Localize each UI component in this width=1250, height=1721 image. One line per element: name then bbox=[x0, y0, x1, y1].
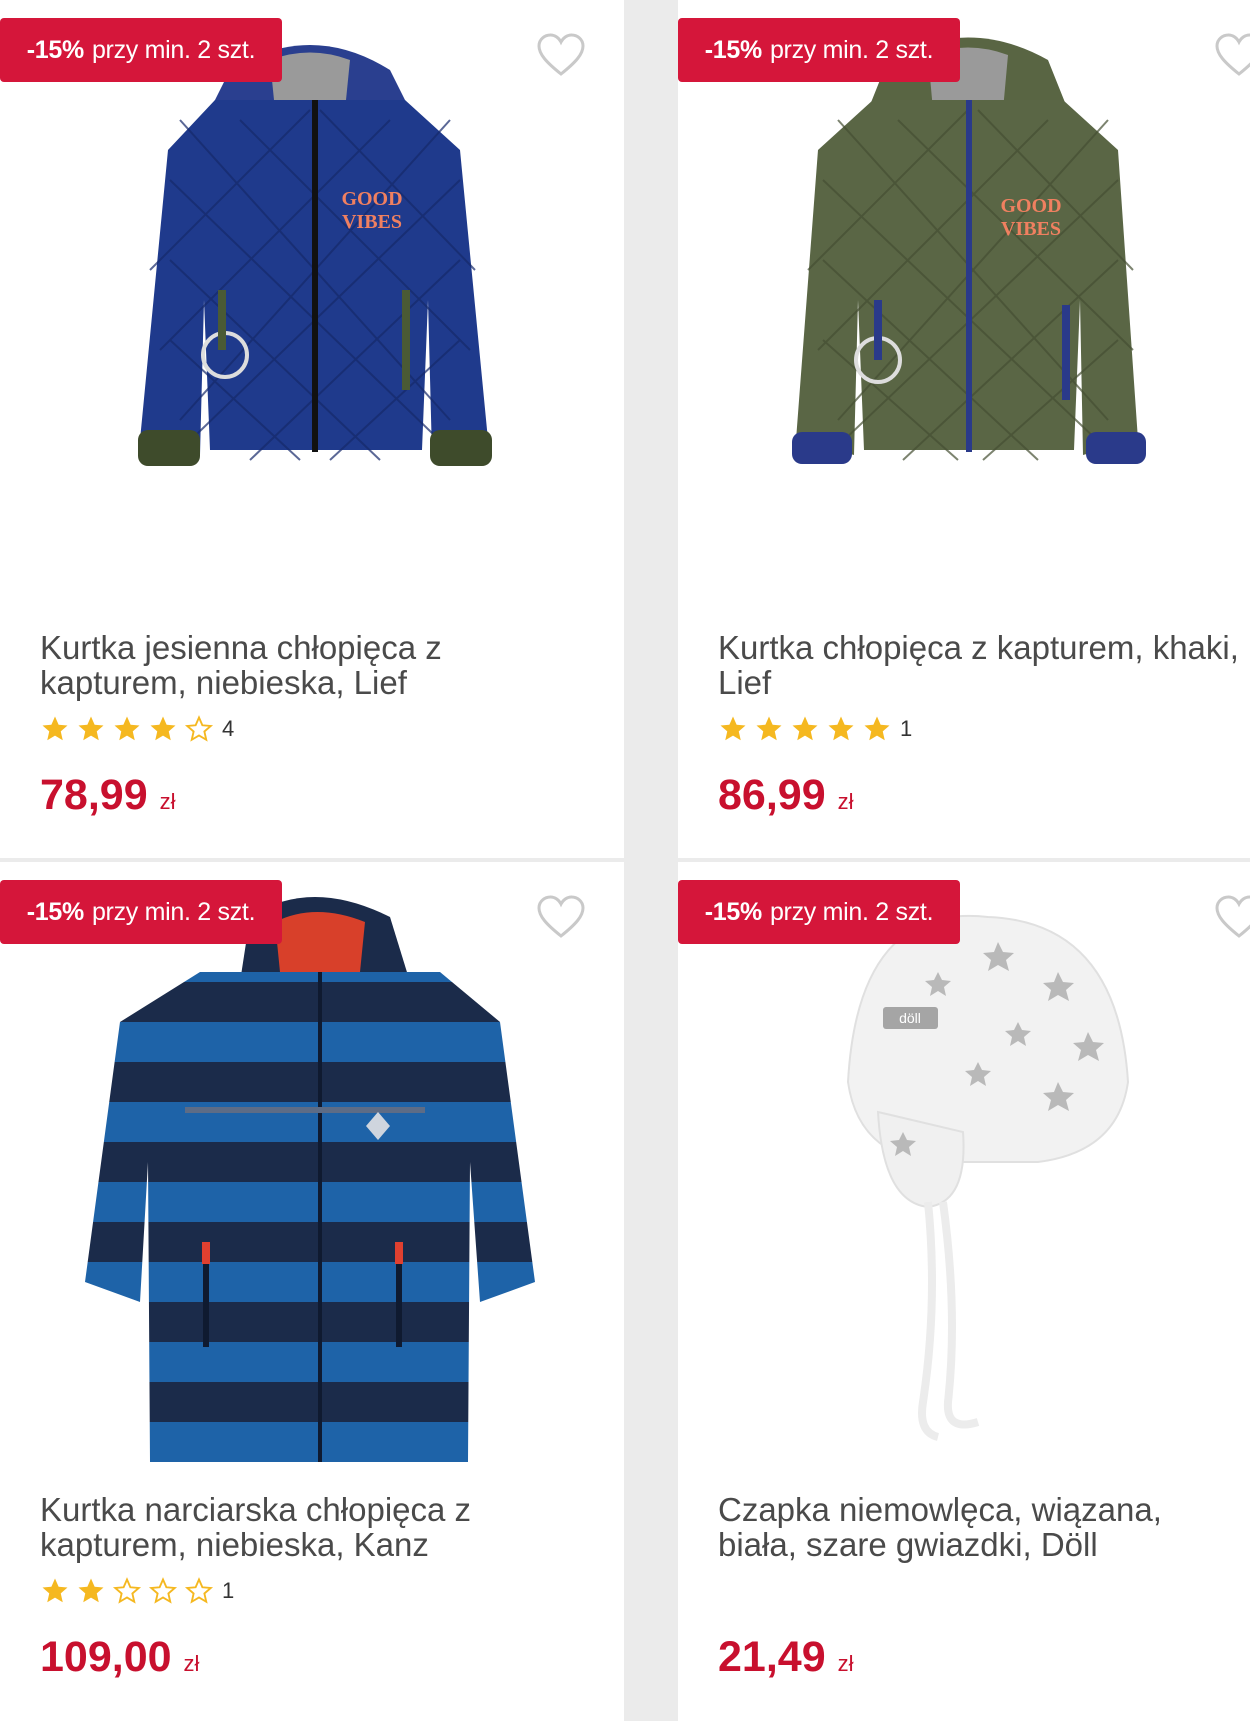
product-price: 21,49 zł bbox=[718, 1633, 854, 1681]
promo-badge: -15% przy min. 2 szt. bbox=[678, 880, 960, 944]
star-empty-icon bbox=[112, 1576, 142, 1606]
product-price: 86,99 zł bbox=[718, 771, 854, 819]
rating-count: 1 bbox=[900, 716, 913, 741]
product-price: 78,99 zł bbox=[40, 771, 176, 819]
star-filled-icon bbox=[790, 714, 820, 744]
svg-text:GOOD: GOOD bbox=[1000, 195, 1061, 217]
product-price: 109,00 zł bbox=[40, 1633, 200, 1681]
product-card[interactable]: -15% przy min. 2 szt. döll Czapka niemowl… bbox=[678, 862, 1250, 1721]
product-image[interactable]: GOOD VIBES bbox=[0, 0, 624, 600]
product-title[interactable]: Kurtka jesienna chłopięca z kapturem, nie… bbox=[40, 630, 600, 700]
rating-stars: 1 bbox=[718, 712, 912, 746]
star-filled-icon bbox=[826, 714, 856, 744]
product-image[interactable]: GOOD VIBES bbox=[678, 0, 1250, 600]
star-filled-icon bbox=[754, 714, 784, 744]
star-filled-icon bbox=[40, 1576, 70, 1606]
star-filled-icon bbox=[76, 1576, 106, 1606]
star-filled-icon bbox=[76, 714, 106, 744]
heart-icon[interactable] bbox=[536, 894, 586, 940]
svg-text:VIBES: VIBES bbox=[342, 211, 402, 233]
star-empty-icon bbox=[184, 1576, 214, 1606]
promo-badge: -15% przy min. 2 szt. bbox=[678, 18, 960, 82]
star-filled-icon bbox=[40, 714, 70, 744]
product-card[interactable]: -15% przy min. 2 szt. GOOD VIBES Kurtka j… bbox=[0, 0, 624, 858]
promo-badge: -15% przy min. 2 szt. bbox=[0, 18, 282, 82]
promo-badge: -15% przy min. 2 szt. bbox=[0, 880, 282, 944]
product-image[interactable] bbox=[0, 862, 624, 1462]
star-empty-icon bbox=[184, 714, 214, 744]
rating-stars: 4 bbox=[40, 712, 234, 746]
product-image[interactable]: döll bbox=[678, 862, 1250, 1462]
star-filled-icon bbox=[862, 714, 892, 744]
product-title[interactable]: Czapka niemowlęca, wiązana, biała, szare … bbox=[718, 1492, 1250, 1562]
svg-text:GOOD: GOOD bbox=[341, 188, 402, 210]
svg-text:döll: döll bbox=[899, 1010, 921, 1026]
svg-text:VIBES: VIBES bbox=[1001, 218, 1061, 240]
product-card[interactable]: -15% przy min. 2 szt. Kurtka narciarska c… bbox=[0, 862, 624, 1721]
heart-icon[interactable] bbox=[1214, 32, 1250, 78]
star-empty-icon bbox=[148, 1576, 178, 1606]
product-title[interactable]: Kurtka narciarska chłopięca z kapturem, n… bbox=[40, 1492, 600, 1562]
star-filled-icon bbox=[148, 714, 178, 744]
heart-icon[interactable] bbox=[1214, 894, 1250, 940]
heart-icon[interactable] bbox=[536, 32, 586, 78]
rating-count: 1 bbox=[222, 1578, 235, 1603]
product-card[interactable]: -15% przy min. 2 szt. GOOD VIBES Kurtka c… bbox=[678, 0, 1250, 858]
star-filled-icon bbox=[112, 714, 142, 744]
star-filled-icon bbox=[718, 714, 748, 744]
rating-stars: 1 bbox=[40, 1574, 234, 1608]
product-title[interactable]: Kurtka chłopięca z kapturem, khaki, Lief bbox=[718, 630, 1250, 700]
rating-count: 4 bbox=[222, 716, 235, 741]
